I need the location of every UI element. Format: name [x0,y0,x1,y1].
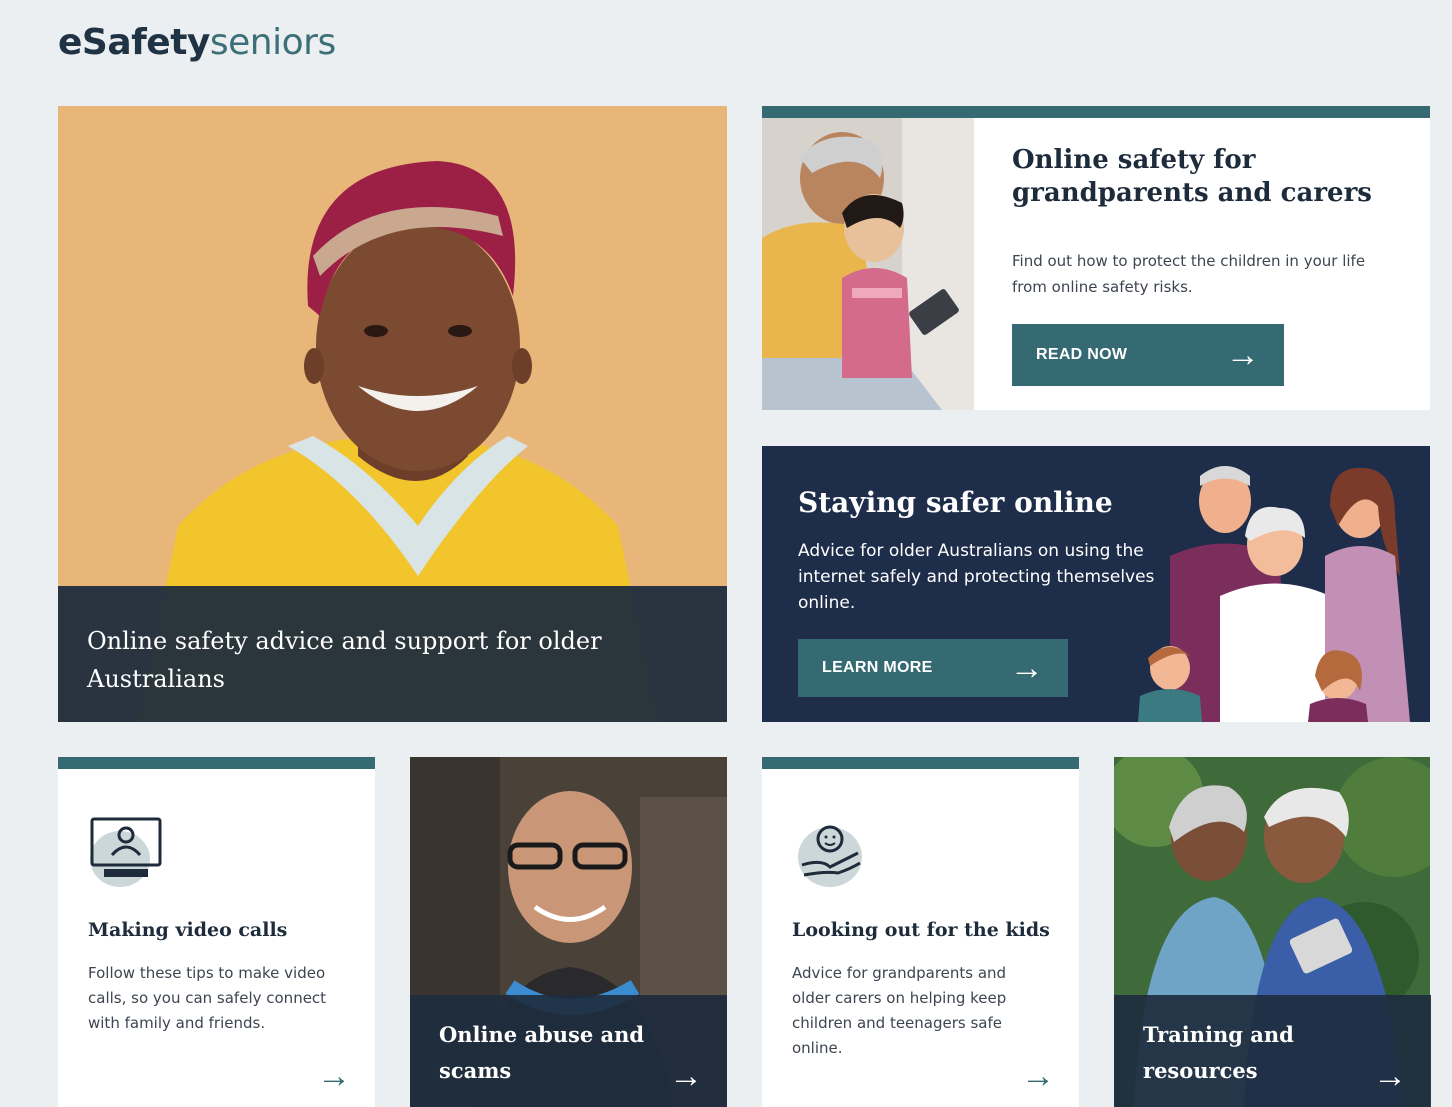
arrow-right-icon: → [1021,1057,1055,1095]
grandparents-title: Online safety for grandparents and carer… [1012,145,1372,208]
learn-more-button[interactable]: LEARN MORE → [798,639,1068,697]
tile-title: Making video calls [88,919,288,941]
staying-safer-card[interactable]: Staying safer online Advice for older Au… [762,446,1430,722]
learn-more-label: LEARN MORE [822,659,933,676]
tile-title: Online abuse and scams [439,1022,645,1083]
grandparents-photo [762,118,974,410]
arrow-right-icon: → [1373,1057,1407,1095]
tile-online-abuse-and-scams[interactable]: Online abuse and scams → [410,757,727,1107]
tile-making-video-calls[interactable]: Making video calls Follow these tips to … [58,757,375,1107]
tile-title: Training and resources [1143,1022,1294,1083]
arrow-right-icon: → [1225,336,1260,374]
child-care-icon [798,825,862,887]
arrow-right-icon: → [1009,649,1044,687]
arrow-right-icon: → [669,1057,703,1095]
logo-bold: eSafety [58,22,210,63]
read-now-label: READ NOW [1036,346,1128,363]
tile-description: Follow these tips to make video calls, s… [88,964,327,1032]
hero-caption: Online safety advice and support for old… [58,586,727,722]
tile-title: Looking out for the kids [792,919,1050,941]
grandparents-description: Find out how to protect the children in … [1012,252,1366,296]
grandparents-card[interactable]: Online safety for grandparents and carer… [762,106,1430,410]
site-logo[interactable]: eSafetyseniors [58,22,336,63]
tile-looking-out-for-the-kids[interactable]: Looking out for the kids Advice for gran… [762,757,1079,1107]
hero-card[interactable]: Online safety advice and support for old… [58,106,727,722]
tile-caption: Online abuse and scams → [410,995,727,1107]
tile-training-and-resources[interactable]: Training and resources → [1114,757,1431,1107]
staying-safer-title: Staying safer online [798,486,1113,519]
staying-safer-description: Advice for older Australians on using th… [798,541,1155,613]
tile-description: Advice for grandparents and older carers… [792,964,1007,1057]
tile-caption: Training and resources → [1114,995,1431,1107]
logo-light: seniors [209,22,336,63]
video-call-icon [90,817,162,887]
arrow-right-icon: → [317,1057,351,1095]
read-now-button[interactable]: READ NOW → [1012,324,1284,386]
hero-title: Online safety advice and support for old… [87,627,602,693]
